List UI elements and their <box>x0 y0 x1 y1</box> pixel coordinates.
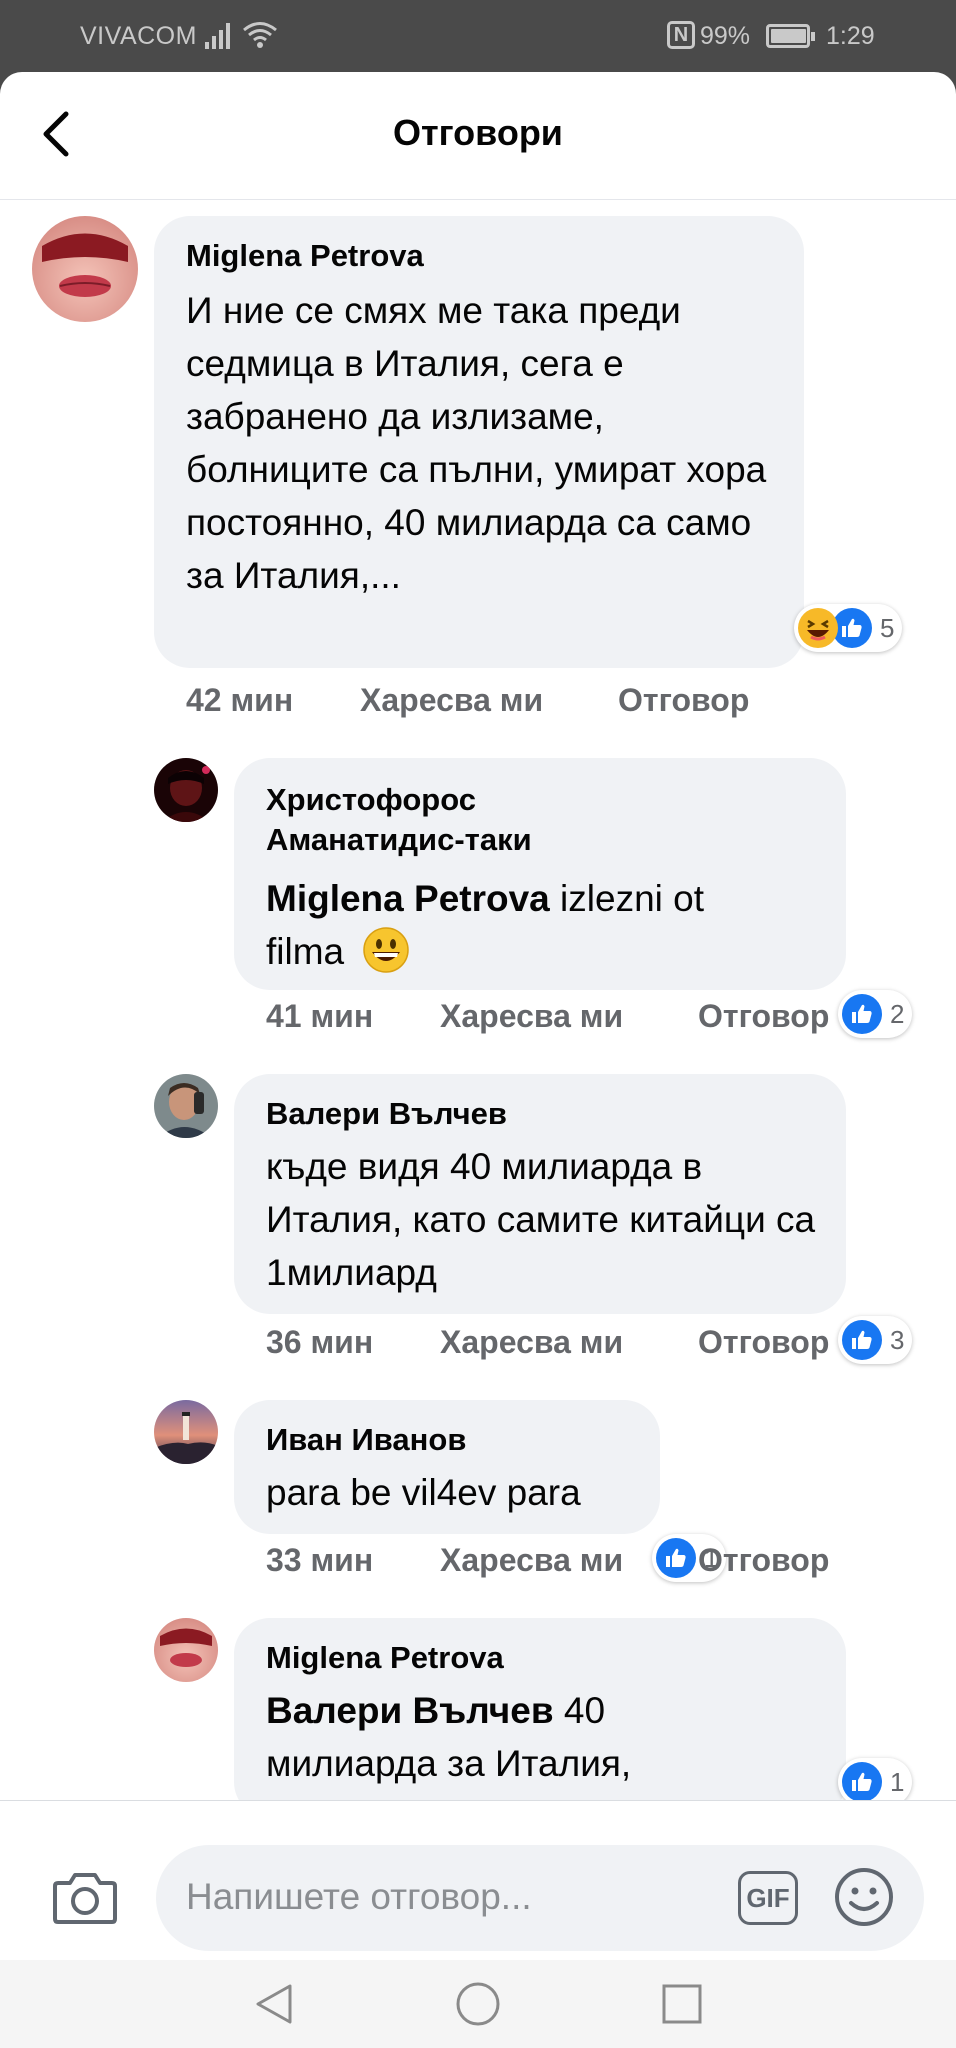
reaction-count: 5 <box>880 612 895 643</box>
reaction-summary[interactable]: 1 <box>838 1758 913 1806</box>
comment-text: Валери Вълчев 40 милиарда за Италия, <box>266 1684 826 1790</box>
status-bar: VIVACOM N 99% 1:29 <box>0 0 956 72</box>
battery-percent: 99% <box>700 22 751 50</box>
avatar[interactable] <box>154 1074 218 1138</box>
reaction-summary[interactable]: 5 <box>794 604 903 652</box>
comment-author[interactable]: Христофорос Аманатидис-таки <box>266 780 532 860</box>
comment-author[interactable]: Валери Вълчев <box>266 1096 507 1132</box>
like-reaction-icon <box>842 994 882 1034</box>
like-button[interactable]: Харесва ми <box>360 682 543 719</box>
reaction-count: 2 <box>890 998 905 1029</box>
wifi-icon <box>242 20 278 57</box>
replies-sheet: Отговори Miglena Petrova И ние се смях м… <box>0 72 956 2048</box>
avatar[interactable] <box>154 758 218 822</box>
circle-home-icon <box>456 1982 500 2026</box>
signal-icon <box>204 20 236 57</box>
nav-back-button[interactable] <box>252 1980 296 2033</box>
like-reaction-icon <box>832 608 872 648</box>
haha-reaction-icon <box>798 608 838 648</box>
battery-icon <box>766 24 815 48</box>
square-recents-icon <box>662 1984 702 2024</box>
reply-composer: GIF <box>0 1800 956 1960</box>
comment-author[interactable]: Miglena Petrova <box>266 1640 504 1676</box>
reply-button[interactable]: Отговор <box>698 1542 829 1579</box>
camera-button[interactable] <box>52 1869 118 1930</box>
gif-button[interactable]: GIF <box>738 1871 798 1925</box>
page-title: Отговори <box>393 112 563 153</box>
comment-text: къде видя 40 милиарда в Италия, като сам… <box>266 1146 816 1293</box>
reply-button[interactable]: Отговор <box>618 682 749 719</box>
smiley-icon <box>835 1868 893 1926</box>
nav-home-button[interactable] <box>454 1980 502 2033</box>
triangle-back-icon <box>256 1984 292 2024</box>
carrier-name: VIVACOM <box>80 22 197 50</box>
reply-input-box[interactable]: GIF <box>156 1845 924 1951</box>
comment-author[interactable]: Иван Иванов <box>266 1422 466 1458</box>
header: Отговори <box>0 72 956 200</box>
comment-text-part: милиарда за Италия, <box>266 1743 632 1784</box>
comment-time[interactable]: 41 мин <box>266 998 373 1035</box>
like-button[interactable]: Харесва ми <box>440 1542 623 1579</box>
system-navigation-bar <box>0 1960 956 2048</box>
avatar[interactable] <box>32 216 138 322</box>
comment-text: para be vil4ev para <box>266 1472 581 1513</box>
emoji-button[interactable] <box>832 1865 896 1934</box>
reaction-count: 3 <box>890 1324 905 1355</box>
like-reaction-icon <box>842 1320 882 1360</box>
like-reaction-icon <box>656 1538 696 1578</box>
comment-time[interactable]: 42 мин <box>186 682 293 719</box>
comment-text-part: filma <box>266 931 345 972</box>
author-line: Аманатидис-таки <box>266 822 532 857</box>
reaction-summary[interactable]: 2 <box>838 990 913 1038</box>
mention-link[interactable]: Валери Вълчев <box>266 1690 554 1731</box>
reply-button[interactable]: Отговор <box>698 1324 829 1361</box>
comment-text: Miglena Petrova izlezni ot filma <box>266 872 826 978</box>
comment-text: И ние се смях ме така преди седмица в Ит… <box>186 290 767 596</box>
comment-text-part: 40 <box>553 1690 606 1731</box>
author-line: Христофорос <box>266 782 476 817</box>
comment-text-part: izlezni ot <box>549 878 704 919</box>
like-button[interactable]: Харесва ми <box>440 1324 623 1361</box>
nfc-icon: N <box>667 21 695 49</box>
comment-author[interactable]: Miglena Petrova <box>186 238 424 274</box>
reaction-count: 1 <box>890 1766 905 1797</box>
like-reaction-icon <box>842 1762 882 1802</box>
reply-button[interactable]: Отговор <box>698 998 829 1035</box>
avatar[interactable] <box>154 1618 218 1682</box>
comment-time[interactable]: 33 мин <box>266 1542 373 1579</box>
avatar[interactable] <box>154 1400 218 1464</box>
camera-icon <box>53 1873 117 1924</box>
mention-link[interactable]: Miglena Petrova <box>266 878 550 919</box>
nav-recents-button[interactable] <box>658 1980 706 2033</box>
like-button[interactable]: Харесва ми <box>440 998 623 1035</box>
reply-input[interactable] <box>186 1869 706 1925</box>
comment-time[interactable]: 36 мин <box>266 1324 373 1361</box>
clock: 1:29 <box>826 22 875 50</box>
reaction-summary[interactable]: 3 <box>838 1316 913 1364</box>
grinning-emoji <box>362 926 410 974</box>
